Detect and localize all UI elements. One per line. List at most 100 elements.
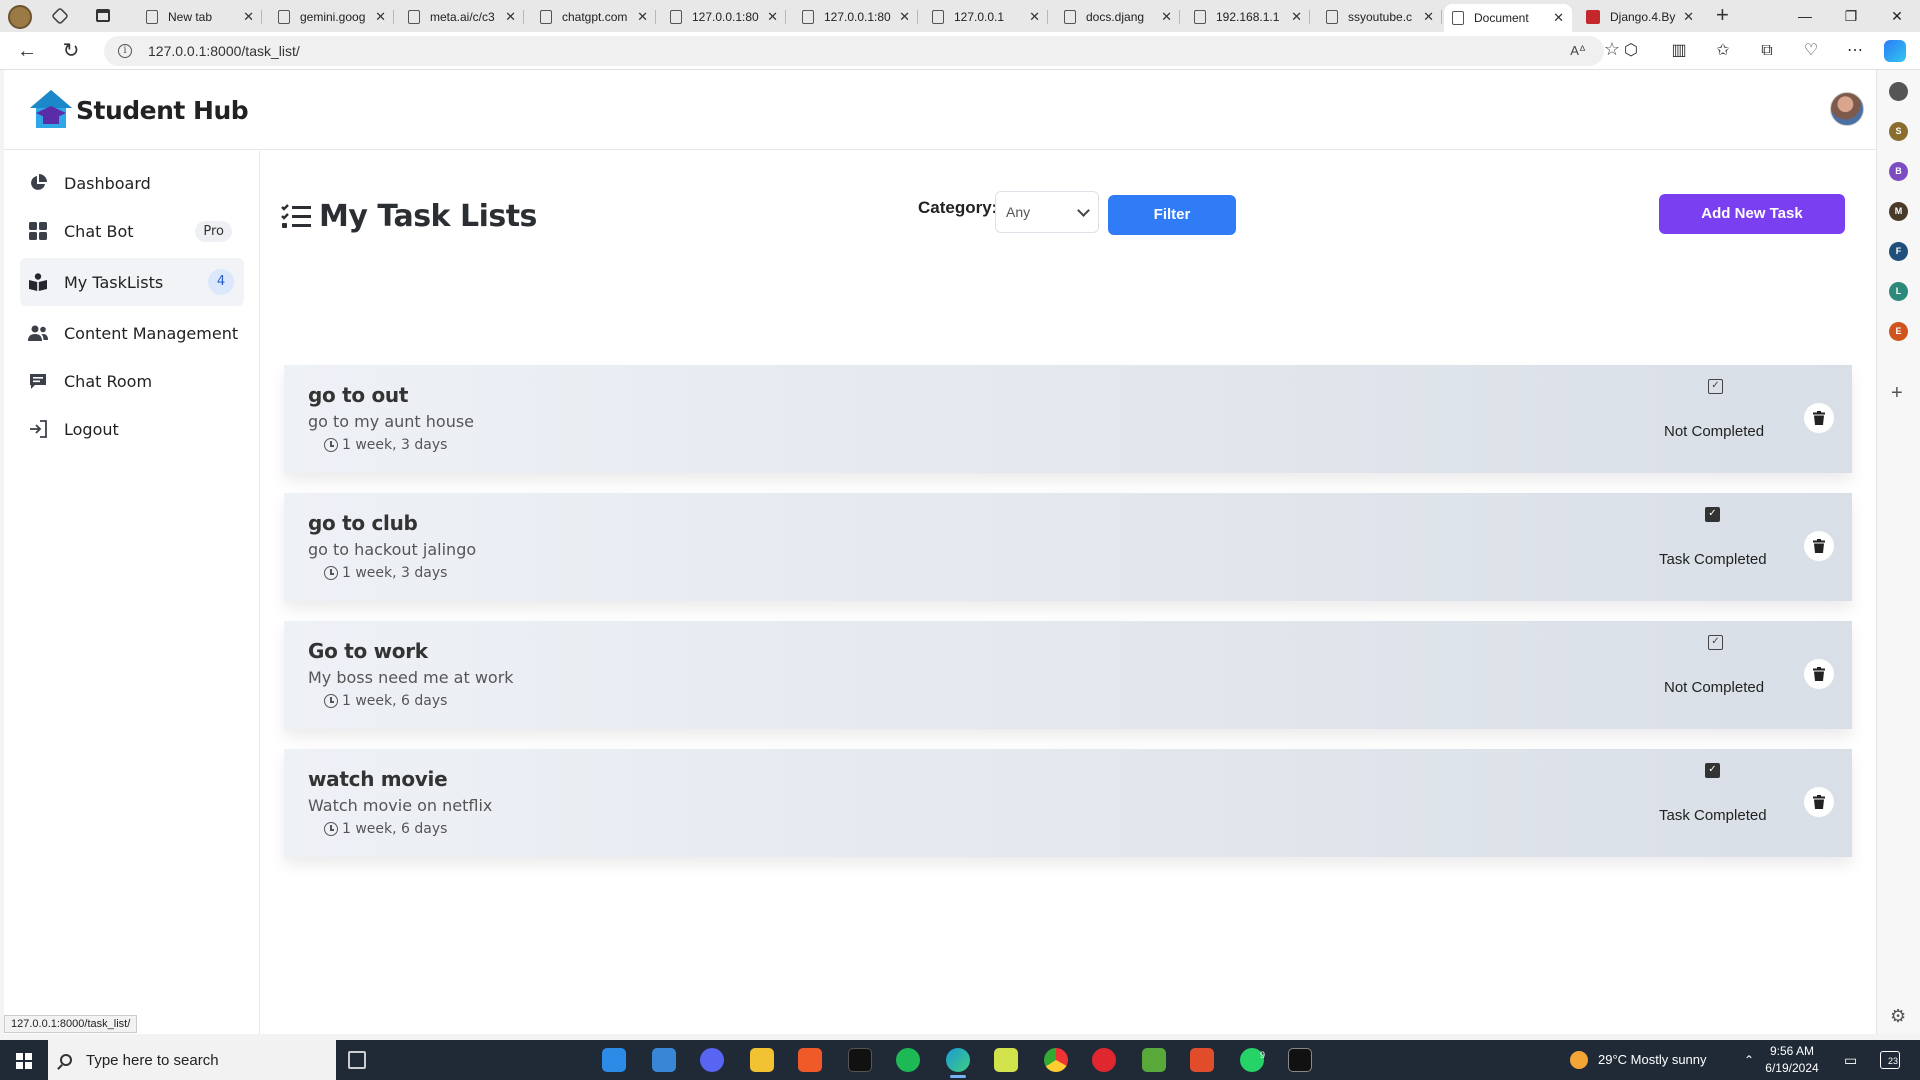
more-menu-icon[interactable]: ⋯ — [1844, 41, 1866, 61]
user-avatar[interactable] — [1830, 92, 1864, 126]
sidebar-app-icon[interactable]: L — [1889, 282, 1908, 301]
brave-icon[interactable] — [798, 1048, 822, 1072]
extensions-icon[interactable]: ⬡ — [1620, 41, 1642, 61]
browser-tab[interactable]: 127.0.0.1:80 ✕ — [662, 4, 786, 30]
back-arrow-icon[interactable]: ← — [14, 38, 40, 64]
window-close-icon[interactable]: ✕ — [1874, 4, 1920, 28]
checkbox-unchecked-icon[interactable]: ✓ — [1708, 635, 1723, 650]
discord-icon[interactable] — [700, 1048, 724, 1072]
checkbox-checked-icon[interactable]: ✓ — [1705, 507, 1720, 522]
delete-button[interactable] — [1804, 659, 1834, 689]
delete-button[interactable] — [1804, 531, 1834, 561]
address-bar[interactable]: i 127.0.0.1:8000/task_list/ Aᐞ ☆ — [104, 36, 1620, 66]
close-icon[interactable]: ✕ — [1029, 9, 1040, 25]
browser-tab-active[interactable]: Document ✕ — [1444, 4, 1572, 32]
delete-button[interactable] — [1804, 403, 1834, 433]
vivaldi-icon[interactable] — [1190, 1048, 1214, 1072]
favorites-icon[interactable]: ✩ — [1712, 41, 1734, 61]
close-icon[interactable]: ✕ — [1423, 9, 1434, 25]
sidebar-app-icon[interactable]: E — [1889, 322, 1908, 341]
pie-chart-icon — [28, 173, 48, 193]
weather-text[interactable]: 29°C Mostly sunny — [1598, 1040, 1707, 1080]
spotify-icon[interactable] — [896, 1048, 920, 1072]
sidebar-item-chat-room[interactable]: Chat Room — [20, 357, 244, 405]
page-title: My Task Lists — [281, 199, 537, 234]
browser-tab[interactable]: chatgpt.com ✕ — [532, 4, 656, 30]
browser-tab[interactable]: 127.0.0.1:80 ✕ — [794, 4, 918, 30]
terminal-icon[interactable] — [1288, 1048, 1312, 1072]
site-info-icon[interactable]: i — [118, 44, 132, 58]
close-icon[interactable]: ✕ — [767, 9, 778, 25]
delete-button[interactable] — [1804, 787, 1834, 817]
brand-name[interactable]: Student Hub — [76, 96, 249, 125]
close-icon[interactable]: ✕ — [1161, 9, 1172, 25]
pycharm-icon[interactable] — [994, 1048, 1018, 1072]
browser-tab[interactable]: 127.0.0.1 ✕ — [924, 4, 1048, 30]
reload-icon[interactable]: ↻ — [58, 38, 84, 64]
chevron-up-icon[interactable]: ⌃ — [1744, 1040, 1754, 1080]
add-app-plus-icon[interactable]: + — [1891, 382, 1903, 405]
category-select[interactable]: Any — [995, 191, 1099, 233]
collections-icon[interactable]: ⧉ — [1756, 41, 1778, 61]
sidebar-item-my-tasklists[interactable]: My TaskLists 4 — [20, 258, 244, 306]
sidebar-app-icon[interactable]: M — [1889, 202, 1908, 221]
close-icon[interactable]: ✕ — [1553, 10, 1564, 26]
close-icon[interactable]: ✕ — [243, 9, 254, 25]
tab-actions-icon[interactable] — [96, 9, 110, 22]
close-icon[interactable]: ✕ — [505, 9, 516, 25]
read-aloud-icon[interactable]: Aᐞ — [1570, 43, 1586, 59]
taskbar-search[interactable]: Type here to search — [48, 1040, 336, 1080]
trash-icon — [1813, 667, 1825, 681]
sidebar-item-logout[interactable]: Logout — [20, 405, 244, 453]
task-view-icon[interactable] — [348, 1051, 366, 1069]
sidebar-app-icon[interactable]: F — [1889, 242, 1908, 261]
checkbox-checked-icon[interactable]: ✓ — [1705, 763, 1720, 778]
sidebar-item-content-management[interactable]: Content Management — [20, 309, 244, 357]
figma-icon[interactable] — [848, 1048, 872, 1072]
notepad-plus-icon[interactable] — [1142, 1048, 1166, 1072]
edge-icon[interactable] — [946, 1048, 970, 1078]
close-icon[interactable]: ✕ — [637, 9, 648, 25]
sidebar-item-dashboard[interactable]: Dashboard — [20, 159, 244, 207]
copilot-icon[interactable] — [1884, 40, 1906, 62]
sidebar-app-icon[interactable]: S — [1889, 122, 1908, 141]
workspaces-icon[interactable] — [50, 6, 70, 26]
close-icon[interactable]: ✕ — [375, 9, 386, 25]
browser-tab[interactable]: Django.4.By ✕ — [1578, 4, 1702, 30]
notification-count-badge[interactable]: 23 — [1880, 1051, 1900, 1069]
weather-sun-icon[interactable] — [1570, 1051, 1588, 1069]
close-icon[interactable]: ✕ — [1683, 9, 1694, 25]
split-screen-icon[interactable]: ▥ — [1668, 41, 1690, 61]
browser-essentials-icon[interactable]: ♡ — [1800, 41, 1822, 61]
browser-tab[interactable]: gemini.goog ✕ — [270, 4, 394, 30]
sidebar-item-chat-bot[interactable]: Chat Bot Pro — [20, 207, 244, 255]
chrome-icon[interactable] — [1044, 1048, 1068, 1072]
add-new-task-button[interactable]: Add New Task — [1659, 194, 1845, 234]
browser-tab[interactable]: New tab ✕ — [138, 4, 262, 30]
favorite-star-icon[interactable]: ☆ — [1604, 39, 1620, 60]
opera-icon[interactable] — [1092, 1048, 1116, 1072]
microsoft-store-icon[interactable] — [652, 1048, 676, 1072]
close-icon[interactable]: ✕ — [899, 9, 910, 25]
task-title: watch movie — [308, 767, 448, 791]
copilot-app-icon[interactable] — [1889, 82, 1908, 101]
gear-icon[interactable]: ⚙ — [1890, 1006, 1906, 1027]
file-explorer-icon[interactable] — [750, 1048, 774, 1072]
url-text[interactable]: 127.0.0.1:8000/task_list/ — [148, 43, 300, 59]
vscode-icon[interactable] — [602, 1048, 626, 1072]
checkbox-unchecked-icon[interactable]: ✓ — [1708, 379, 1723, 394]
filter-button[interactable]: Filter — [1108, 195, 1236, 235]
browser-tab[interactable]: docs.djang ✕ — [1056, 4, 1180, 30]
close-icon[interactable]: ✕ — [1291, 9, 1302, 25]
sidebar-app-icon[interactable]: B — [1889, 162, 1908, 181]
restore-icon[interactable]: ❐ — [1828, 4, 1874, 28]
browser-tab[interactable]: 192.168.1.1 ✕ — [1186, 4, 1310, 30]
taskbar-clock[interactable]: 9:56 AM 6/19/2024 — [1756, 1043, 1828, 1077]
browser-tab[interactable]: ssyoutube.c ✕ — [1318, 4, 1442, 30]
windows-start-icon[interactable] — [16, 1053, 32, 1069]
new-tab-plus-icon[interactable]: + — [1716, 4, 1729, 26]
browser-profile-avatar[interactable] — [8, 5, 32, 29]
browser-tab[interactable]: meta.ai/c/c3 ✕ — [400, 4, 524, 30]
minimize-icon[interactable]: — — [1782, 4, 1828, 28]
notifications-icon[interactable]: ▭ — [1844, 1040, 1857, 1080]
